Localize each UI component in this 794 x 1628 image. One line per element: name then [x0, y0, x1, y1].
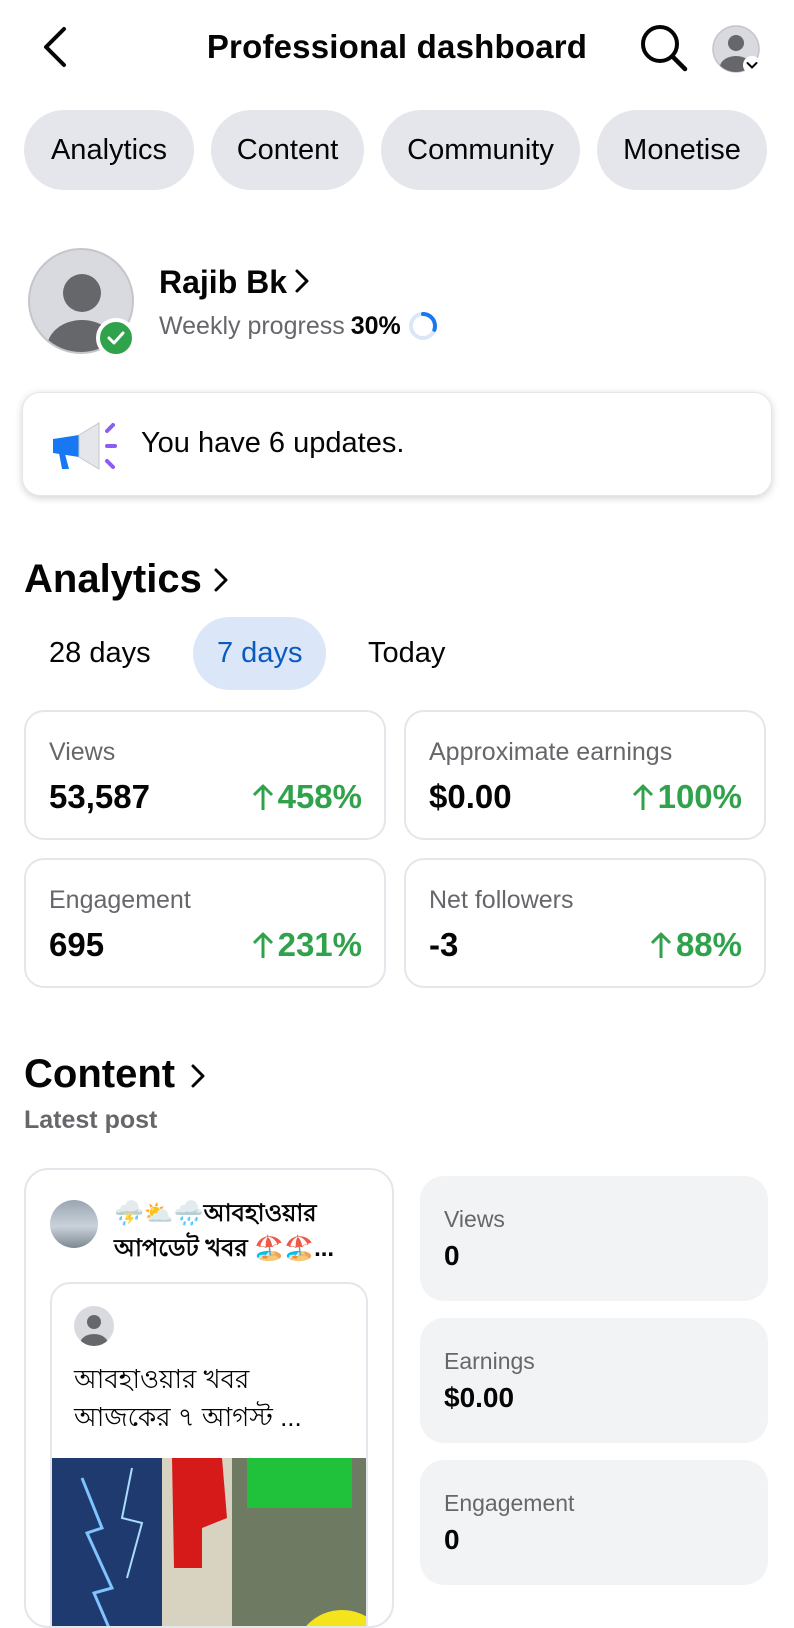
stat-change: 458% [252, 778, 362, 816]
stat-label: Net followers [429, 886, 574, 914]
stat-value: $0.00 [429, 778, 512, 815]
updates-text: You have 6 updates. [141, 427, 405, 459]
default-profile-icon [80, 1315, 108, 1346]
stat-card-views[interactable]: Views 53,587 458% [24, 710, 386, 840]
stat-value: 53,587 [49, 778, 150, 815]
stat-change-value: 100% [657, 778, 742, 815]
stat-change: 231% [252, 926, 362, 964]
latest-post-label: Latest post [24, 1106, 158, 1134]
stat-card-net-followers[interactable]: Net followers -3 88% [404, 858, 766, 988]
post-stat-label: Earnings [444, 1348, 535, 1374]
content-heading[interactable]: Content [24, 1052, 175, 1097]
stat-card-earnings[interactable]: Approximate earnings $0.00 100% [404, 710, 766, 840]
progress-label: Weekly progress [159, 311, 345, 340]
search-button[interactable] [638, 22, 690, 74]
stat-label: Views [49, 738, 116, 766]
post-stat-value: 0 [444, 1524, 460, 1555]
post-thumbnail [50, 1200, 98, 1248]
stat-change-value: 458% [277, 778, 362, 815]
chevron-right-icon[interactable] [190, 1063, 206, 1089]
tab-monetise[interactable]: Monetise [597, 110, 767, 190]
post-stat-label: Views [444, 1206, 505, 1232]
post-title: ⛈️⛅🌧️আবহাওয়ার আপডেট খবর 🏖️🏖️... [114, 1200, 335, 1262]
chevron-right-icon[interactable] [294, 268, 310, 294]
post-stat-value: $0.00 [444, 1382, 515, 1413]
stat-label: Engagement [49, 886, 191, 914]
post-stat-views: Views 0 [420, 1176, 768, 1301]
stat-change: 100% [632, 778, 742, 816]
post-stat-engagement: Engagement 0 [420, 1460, 768, 1585]
stat-value: 695 [49, 926, 105, 963]
up-arrow-icon [632, 784, 653, 810]
progress-value: 30% [350, 311, 401, 340]
tab-content[interactable]: Content [211, 110, 364, 190]
stat-card-engagement[interactable]: Engagement 695 231% [24, 858, 386, 988]
shared-post-avatar [74, 1306, 114, 1346]
post-stat-label: Engagement [444, 1490, 575, 1516]
account-avatar-icon [712, 25, 761, 74]
up-arrow-icon [650, 932, 671, 958]
shared-post-card[interactable]: আবহাওয়ার খবর আজকের ৭ আগস্ট ... [50, 1282, 368, 1626]
chevron-right-icon[interactable] [213, 567, 229, 593]
shared-post-text: আবহাওয়ার খবর আজকের ৭ আগস্ট ... [74, 1364, 302, 1432]
up-arrow-icon [252, 784, 273, 810]
stat-value: -3 [429, 926, 459, 963]
weekly-progress: Weekly progress 30% [159, 310, 439, 342]
verified-badge [96, 318, 136, 358]
period-7-days[interactable]: 7 days [193, 617, 327, 690]
megaphone-icon [53, 422, 117, 470]
period-today[interactable]: Today [368, 617, 445, 690]
search-icon [641, 25, 688, 72]
latest-post-card[interactable]: ⛈️⛅🌧️আবহাওয়ার আপডেট খবর 🏖️🏖️... আবহাওয়… [24, 1168, 394, 1628]
header: Professional dashboard [0, 0, 794, 100]
verified-check-icon [107, 331, 125, 345]
account-switcher-button[interactable] [712, 25, 762, 75]
shared-post-image [52, 1458, 366, 1626]
dashboard-tabs: Analytics Content Community Monetise [24, 110, 767, 190]
stat-change: 88% [650, 926, 742, 964]
period-28-days[interactable]: 28 days [49, 617, 151, 690]
tab-community[interactable]: Community [381, 110, 580, 190]
tab-analytics[interactable]: Analytics [24, 110, 194, 190]
profile-name[interactable]: Rajib Bk [159, 264, 287, 301]
updates-card[interactable]: You have 6 updates. [22, 392, 772, 496]
post-image-graphic [52, 1458, 366, 1626]
post-stat-earnings: Earnings $0.00 [420, 1318, 768, 1443]
analytics-heading[interactable]: Analytics [24, 557, 202, 602]
progress-ring-icon [408, 312, 437, 340]
post-stat-value: 0 [444, 1240, 460, 1271]
stat-change-value: 88% [675, 926, 742, 963]
up-arrow-icon [252, 932, 273, 958]
stat-label: Approximate earnings [429, 738, 673, 766]
stat-change-value: 231% [277, 926, 362, 963]
